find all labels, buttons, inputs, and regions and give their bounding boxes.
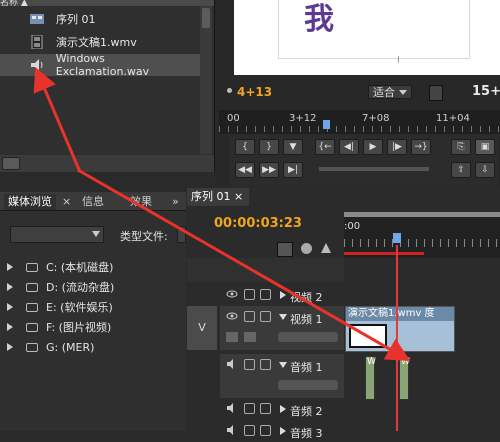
arrow-to-audio-item (33, 66, 82, 173)
arrow-to-audio-track (77, 168, 411, 361)
annotation-arrows (33, 66, 411, 361)
